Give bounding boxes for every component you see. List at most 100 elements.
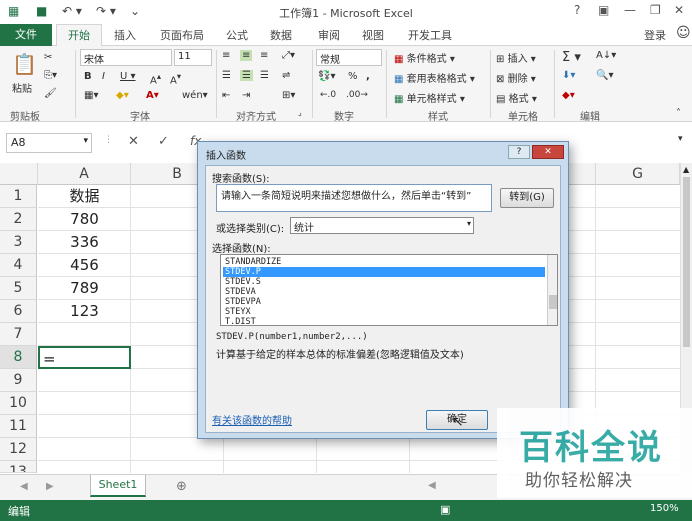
sheet-tab-sheet1[interactable]: Sheet1	[90, 475, 146, 497]
align-middle-icon[interactable]: ≡	[240, 50, 253, 61]
cell-a3[interactable]: 336	[38, 231, 131, 254]
alignment-launcher-icon[interactable]: ⌟	[298, 108, 302, 117]
insert-cells-button[interactable]: ⊞ 插入 ▾	[496, 50, 536, 65]
italic-button[interactable]: I	[102, 71, 105, 82]
row-header[interactable]: 13	[0, 461, 37, 473]
conditional-format-button[interactable]: ▦ 条件格式 ▾	[394, 50, 455, 65]
collapse-ribbon-icon[interactable]: ˄	[676, 108, 681, 119]
cell-a2[interactable]: 780	[38, 208, 131, 231]
function-list-scroll-thumb[interactable]	[549, 295, 557, 309]
user-icon[interactable]: ☺	[676, 25, 691, 41]
login-link[interactable]: 登录	[644, 27, 666, 43]
tab-home[interactable]: 开始	[56, 24, 102, 47]
sort-filter-icon[interactable]: A↓▾	[596, 50, 616, 61]
format-as-table-button[interactable]: ▦ 套用表格格式 ▾	[394, 70, 475, 85]
row-header[interactable]: 3	[0, 231, 37, 254]
name-box-dropdown-icon[interactable]: ▾	[83, 136, 88, 146]
column-header-a[interactable]: A	[38, 163, 131, 185]
font-name-select[interactable]: 宋体	[80, 49, 172, 66]
tab-view[interactable]: 视图	[362, 27, 384, 43]
function-list-item[interactable]: STEYX	[223, 307, 545, 317]
decrease-decimal-icon[interactable]: .00→	[346, 90, 368, 100]
cell-styles-button[interactable]: ▦ 单元格样式 ▾	[394, 90, 465, 105]
row-header[interactable]: 1	[0, 185, 37, 208]
wrap-text-icon[interactable]: ⇌	[282, 70, 290, 81]
phonetic-icon[interactable]: wén▾	[182, 90, 208, 101]
formula-bar-handle-icon[interactable]: ⋮	[104, 135, 113, 145]
macro-record-icon[interactable]: ▣	[440, 503, 450, 516]
horizontal-scroll-left-icon[interactable]: ◀	[428, 480, 436, 491]
tab-data[interactable]: 数据	[270, 27, 292, 43]
delete-cells-button[interactable]: ⊠ 删除 ▾	[496, 70, 536, 85]
select-all-corner[interactable]	[0, 163, 38, 185]
column-header-g[interactable]: G	[596, 163, 680, 185]
function-list[interactable]: STANDARDIZE STDEV.P STDEV.S STDEVA STDEV…	[220, 254, 558, 326]
cell-a5[interactable]: 789	[38, 277, 131, 300]
tab-formulas[interactable]: 公式	[226, 27, 248, 43]
row-header[interactable]: 7	[0, 323, 37, 346]
paste-icon[interactable]: 📋	[12, 52, 37, 76]
row-header[interactable]: 9	[0, 369, 37, 392]
function-list-item[interactable]: T.DIST	[223, 317, 545, 325]
scroll-up-icon[interactable]: ▲	[683, 165, 689, 174]
copy-icon[interactable]: ⎘▾	[44, 70, 57, 81]
row-header[interactable]: 11	[0, 415, 37, 438]
row-header[interactable]: 2	[0, 208, 37, 231]
fill-icon[interactable]: ⬇▾	[562, 70, 575, 81]
row-header-active[interactable]: 8	[0, 346, 37, 369]
align-left-icon[interactable]: ☰	[222, 70, 231, 81]
number-format-select[interactable]: 常规	[316, 49, 382, 66]
accounting-format-icon[interactable]: 💱▾	[318, 71, 335, 82]
help-icon[interactable]: ?	[574, 3, 580, 17]
tab-page-layout[interactable]: 页面布局	[160, 27, 204, 43]
dialog-close-icon[interactable]: ✕	[532, 145, 564, 159]
tab-insert[interactable]: 插入	[114, 27, 136, 43]
cut-icon[interactable]: ✂	[44, 52, 52, 63]
grow-font-icon[interactable]: A▴	[150, 71, 161, 86]
confirm-entry-icon[interactable]: ✓	[158, 134, 169, 149]
cell-a7[interactable]	[38, 323, 131, 346]
align-bottom-icon[interactable]: ≡	[260, 50, 268, 61]
cell-a1[interactable]: 数据	[38, 185, 131, 208]
merge-center-icon[interactable]: ⊞▾	[282, 90, 295, 101]
comma-style-icon[interactable]: ,	[366, 71, 370, 82]
row-header[interactable]: 4	[0, 254, 37, 277]
goto-button[interactable]: 转到(G)	[500, 188, 554, 208]
tab-developer[interactable]: 开发工具	[408, 27, 452, 43]
percent-style-icon[interactable]: %	[348, 71, 358, 82]
align-right-icon[interactable]: ☰	[260, 70, 269, 81]
dialog-help-icon[interactable]: ?	[508, 145, 530, 159]
row-header[interactable]: 6	[0, 300, 37, 323]
search-function-input[interactable]: 请输入一条简短说明来描述您想做什么，然后单击“转到”	[216, 184, 492, 212]
border-icon[interactable]: ▦▾	[84, 90, 98, 101]
shrink-font-icon[interactable]: A▾	[170, 71, 181, 86]
cancel-entry-icon[interactable]: ✕	[128, 134, 139, 149]
underline-button[interactable]: U ▾	[120, 71, 136, 82]
cell-a4[interactable]: 456	[38, 254, 131, 277]
cell-a8-active[interactable]: =	[38, 346, 131, 369]
align-center-icon[interactable]: ☰	[240, 70, 253, 81]
function-list-item[interactable]: STANDARDIZE	[223, 257, 545, 267]
format-painter-icon[interactable]: 🖌	[44, 88, 57, 99]
name-box[interactable]: A8 ▾	[6, 133, 92, 153]
row-header[interactable]: 12	[0, 438, 37, 461]
function-list-item[interactable]: STDEVPA	[223, 297, 545, 307]
function-list-item-selected[interactable]: STDEV.P	[223, 267, 545, 277]
fill-color-icon[interactable]: ◆▾	[116, 90, 129, 101]
font-color-icon[interactable]: A▾	[146, 90, 159, 101]
format-cells-button[interactable]: ▤ 格式 ▾	[496, 90, 537, 105]
cell-a6[interactable]: 123	[38, 300, 131, 323]
plus-icon[interactable]: ⊕	[176, 479, 187, 494]
category-select[interactable]: 统计 ▾	[290, 217, 474, 234]
find-select-icon[interactable]: 🔍▾	[596, 70, 613, 81]
row-header[interactable]: 5	[0, 277, 37, 300]
tab-file[interactable]: 文件	[0, 24, 52, 46]
increase-decimal-icon[interactable]: ←.0	[320, 90, 336, 100]
row-header[interactable]: 10	[0, 392, 37, 415]
dropdown-arrow-icon[interactable]: ▾	[467, 219, 471, 228]
clear-icon[interactable]: ◆▾	[562, 90, 575, 101]
minimize-icon[interactable]: —	[624, 3, 636, 17]
restore-icon[interactable]: ❐	[650, 3, 661, 17]
ribbon-display-icon[interactable]: ▣	[598, 3, 609, 17]
function-help-link[interactable]: 有关该函数的帮助	[212, 412, 292, 427]
